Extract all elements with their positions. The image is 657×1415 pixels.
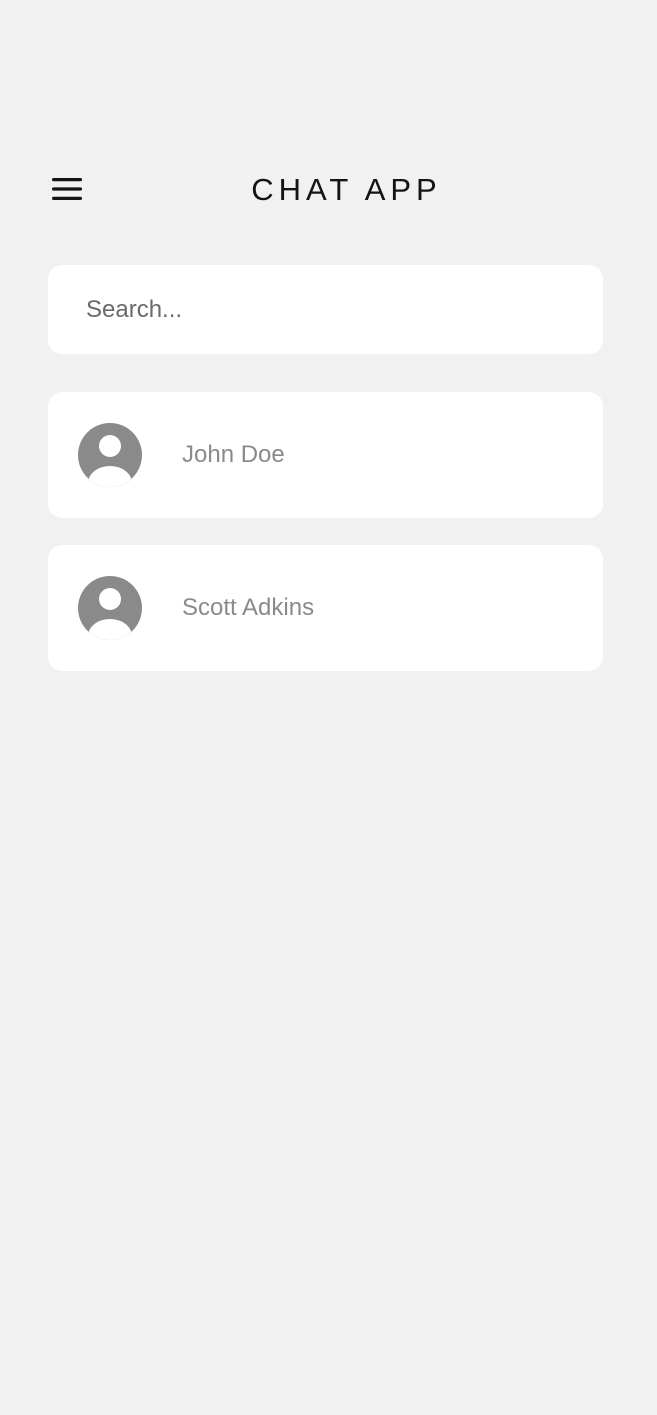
avatar [78, 576, 142, 640]
contact-item-scott-adkins[interactable]: Scott Adkins [48, 545, 603, 671]
contact-name: Scott Adkins [182, 594, 315, 621]
app-header: CHAT APP [0, 160, 657, 220]
avatar [78, 423, 142, 487]
user-avatar-icon [78, 576, 142, 640]
search-input[interactable] [86, 265, 586, 354]
page-title: CHAT APP [251, 172, 442, 207]
user-avatar-icon [78, 423, 142, 487]
search-box[interactable] [48, 265, 603, 354]
contact-item-john-doe[interactable]: John Doe [48, 392, 603, 518]
contact-name: John Doe [182, 441, 285, 468]
